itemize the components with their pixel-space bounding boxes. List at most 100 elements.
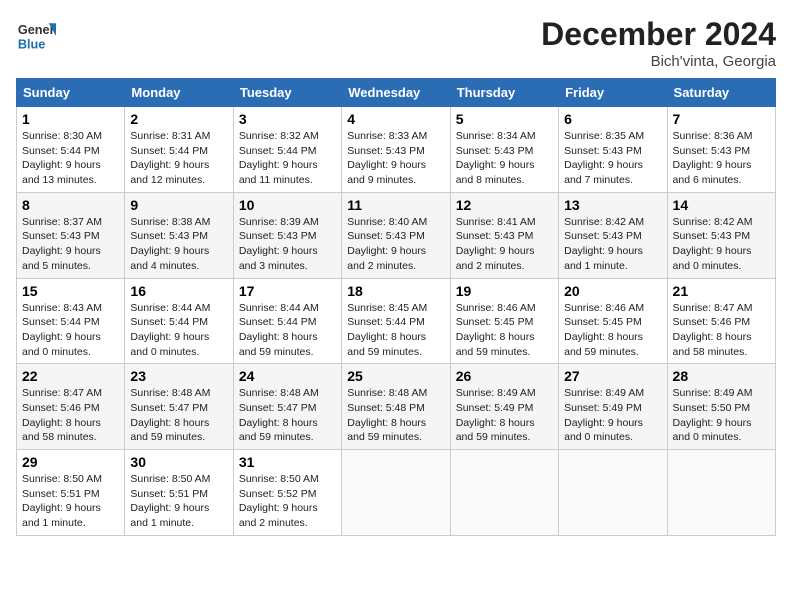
col-friday: Friday — [559, 79, 667, 107]
day-info: Sunrise: 8:44 AM Sunset: 5:44 PM Dayligh… — [239, 301, 336, 360]
day-number: 23 — [130, 368, 227, 384]
calendar-cell-8: 8 Sunrise: 8:37 AM Sunset: 5:43 PM Dayli… — [17, 192, 125, 278]
calendar-cell-18: 18 Sunrise: 8:45 AM Sunset: 5:44 PM Dayl… — [342, 278, 450, 364]
day-info: Sunrise: 8:42 AM Sunset: 5:43 PM Dayligh… — [673, 215, 770, 274]
day-info: Sunrise: 8:44 AM Sunset: 5:44 PM Dayligh… — [130, 301, 227, 360]
day-number: 13 — [564, 197, 661, 213]
day-number: 25 — [347, 368, 444, 384]
day-info: Sunrise: 8:40 AM Sunset: 5:43 PM Dayligh… — [347, 215, 444, 274]
day-info: Sunrise: 8:48 AM Sunset: 5:48 PM Dayligh… — [347, 386, 444, 445]
day-info: Sunrise: 8:36 AM Sunset: 5:43 PM Dayligh… — [673, 129, 770, 188]
day-number: 17 — [239, 283, 336, 299]
day-info: Sunrise: 8:48 AM Sunset: 5:47 PM Dayligh… — [130, 386, 227, 445]
col-monday: Monday — [125, 79, 233, 107]
calendar-week-2: 8 Sunrise: 8:37 AM Sunset: 5:43 PM Dayli… — [17, 192, 776, 278]
calendar-cell-23: 23 Sunrise: 8:48 AM Sunset: 5:47 PM Dayl… — [125, 364, 233, 450]
calendar-cell-26: 26 Sunrise: 8:49 AM Sunset: 5:49 PM Dayl… — [450, 364, 558, 450]
calendar-cell-19: 19 Sunrise: 8:46 AM Sunset: 5:45 PM Dayl… — [450, 278, 558, 364]
day-info: Sunrise: 8:48 AM Sunset: 5:47 PM Dayligh… — [239, 386, 336, 445]
col-tuesday: Tuesday — [233, 79, 341, 107]
location-title: Bich'vinta, Georgia — [541, 53, 776, 70]
day-number: 7 — [673, 111, 770, 127]
calendar-cell-2: 2 Sunrise: 8:31 AM Sunset: 5:44 PM Dayli… — [125, 107, 233, 193]
day-info: Sunrise: 8:39 AM Sunset: 5:43 PM Dayligh… — [239, 215, 336, 274]
calendar-cell-5: 5 Sunrise: 8:34 AM Sunset: 5:43 PM Dayli… — [450, 107, 558, 193]
day-info: Sunrise: 8:42 AM Sunset: 5:43 PM Dayligh… — [564, 215, 661, 274]
day-number: 5 — [456, 111, 553, 127]
col-sunday: Sunday — [17, 79, 125, 107]
calendar-cell-12: 12 Sunrise: 8:41 AM Sunset: 5:43 PM Dayl… — [450, 192, 558, 278]
day-info: Sunrise: 8:47 AM Sunset: 5:46 PM Dayligh… — [673, 301, 770, 360]
calendar-cell-6: 6 Sunrise: 8:35 AM Sunset: 5:43 PM Dayli… — [559, 107, 667, 193]
day-info: Sunrise: 8:46 AM Sunset: 5:45 PM Dayligh… — [456, 301, 553, 360]
day-info: Sunrise: 8:35 AM Sunset: 5:43 PM Dayligh… — [564, 129, 661, 188]
day-number: 29 — [22, 454, 119, 470]
calendar-cell-empty — [559, 450, 667, 536]
day-number: 19 — [456, 283, 553, 299]
day-number: 18 — [347, 283, 444, 299]
calendar-cell-28: 28 Sunrise: 8:49 AM Sunset: 5:50 PM Dayl… — [667, 364, 775, 450]
day-info: Sunrise: 8:41 AM Sunset: 5:43 PM Dayligh… — [456, 215, 553, 274]
calendar-cell-7: 7 Sunrise: 8:36 AM Sunset: 5:43 PM Dayli… — [667, 107, 775, 193]
calendar-cell-21: 21 Sunrise: 8:47 AM Sunset: 5:46 PM Dayl… — [667, 278, 775, 364]
day-info: Sunrise: 8:50 AM Sunset: 5:52 PM Dayligh… — [239, 472, 336, 531]
col-saturday: Saturday — [667, 79, 775, 107]
day-number: 8 — [22, 197, 119, 213]
day-info: Sunrise: 8:37 AM Sunset: 5:43 PM Dayligh… — [22, 215, 119, 274]
day-number: 3 — [239, 111, 336, 127]
calendar-cell-17: 17 Sunrise: 8:44 AM Sunset: 5:44 PM Dayl… — [233, 278, 341, 364]
calendar-cell-11: 11 Sunrise: 8:40 AM Sunset: 5:43 PM Dayl… — [342, 192, 450, 278]
calendar-cell-3: 3 Sunrise: 8:32 AM Sunset: 5:44 PM Dayli… — [233, 107, 341, 193]
calendar-week-5: 29 Sunrise: 8:50 AM Sunset: 5:51 PM Dayl… — [17, 450, 776, 536]
day-number: 21 — [673, 283, 770, 299]
page-header: General Blue December 2024 Bich'vinta, G… — [16, 16, 776, 70]
day-info: Sunrise: 8:49 AM Sunset: 5:49 PM Dayligh… — [564, 386, 661, 445]
day-number: 30 — [130, 454, 227, 470]
day-info: Sunrise: 8:32 AM Sunset: 5:44 PM Dayligh… — [239, 129, 336, 188]
day-info: Sunrise: 8:49 AM Sunset: 5:49 PM Dayligh… — [456, 386, 553, 445]
calendar-cell-30: 30 Sunrise: 8:50 AM Sunset: 5:51 PM Dayl… — [125, 450, 233, 536]
month-title: December 2024 — [541, 16, 776, 53]
calendar-cell-empty — [450, 450, 558, 536]
day-number: 27 — [564, 368, 661, 384]
day-info: Sunrise: 8:45 AM Sunset: 5:44 PM Dayligh… — [347, 301, 444, 360]
day-info: Sunrise: 8:43 AM Sunset: 5:44 PM Dayligh… — [22, 301, 119, 360]
day-number: 26 — [456, 368, 553, 384]
calendar-cell-empty — [342, 450, 450, 536]
calendar-week-1: 1 Sunrise: 8:30 AM Sunset: 5:44 PM Dayli… — [17, 107, 776, 193]
day-number: 2 — [130, 111, 227, 127]
day-info: Sunrise: 8:49 AM Sunset: 5:50 PM Dayligh… — [673, 386, 770, 445]
day-number: 28 — [673, 368, 770, 384]
calendar-cell-15: 15 Sunrise: 8:43 AM Sunset: 5:44 PM Dayl… — [17, 278, 125, 364]
day-number: 9 — [130, 197, 227, 213]
calendar-cell-10: 10 Sunrise: 8:39 AM Sunset: 5:43 PM Dayl… — [233, 192, 341, 278]
calendar-cell-25: 25 Sunrise: 8:48 AM Sunset: 5:48 PM Dayl… — [342, 364, 450, 450]
day-info: Sunrise: 8:31 AM Sunset: 5:44 PM Dayligh… — [130, 129, 227, 188]
calendar-cell-1: 1 Sunrise: 8:30 AM Sunset: 5:44 PM Dayli… — [17, 107, 125, 193]
day-info: Sunrise: 8:34 AM Sunset: 5:43 PM Dayligh… — [456, 129, 553, 188]
col-thursday: Thursday — [450, 79, 558, 107]
calendar-cell-14: 14 Sunrise: 8:42 AM Sunset: 5:43 PM Dayl… — [667, 192, 775, 278]
col-wednesday: Wednesday — [342, 79, 450, 107]
day-number: 12 — [456, 197, 553, 213]
calendar-cell-31: 31 Sunrise: 8:50 AM Sunset: 5:52 PM Dayl… — [233, 450, 341, 536]
calendar-table: Sunday Monday Tuesday Wednesday Thursday… — [16, 78, 776, 536]
calendar-header-row: Sunday Monday Tuesday Wednesday Thursday… — [17, 79, 776, 107]
calendar-cell-29: 29 Sunrise: 8:50 AM Sunset: 5:51 PM Dayl… — [17, 450, 125, 536]
day-number: 11 — [347, 197, 444, 213]
calendar-week-4: 22 Sunrise: 8:47 AM Sunset: 5:46 PM Dayl… — [17, 364, 776, 450]
day-info: Sunrise: 8:33 AM Sunset: 5:43 PM Dayligh… — [347, 129, 444, 188]
day-number: 6 — [564, 111, 661, 127]
day-info: Sunrise: 8:30 AM Sunset: 5:44 PM Dayligh… — [22, 129, 119, 188]
day-number: 20 — [564, 283, 661, 299]
day-number: 10 — [239, 197, 336, 213]
svg-text:Blue: Blue — [18, 37, 46, 52]
calendar-cell-4: 4 Sunrise: 8:33 AM Sunset: 5:43 PM Dayli… — [342, 107, 450, 193]
day-number: 24 — [239, 368, 336, 384]
day-number: 4 — [347, 111, 444, 127]
day-number: 15 — [22, 283, 119, 299]
calendar-cell-16: 16 Sunrise: 8:44 AM Sunset: 5:44 PM Dayl… — [125, 278, 233, 364]
day-number: 1 — [22, 111, 119, 127]
calendar-cell-13: 13 Sunrise: 8:42 AM Sunset: 5:43 PM Dayl… — [559, 192, 667, 278]
day-info: Sunrise: 8:50 AM Sunset: 5:51 PM Dayligh… — [130, 472, 227, 531]
